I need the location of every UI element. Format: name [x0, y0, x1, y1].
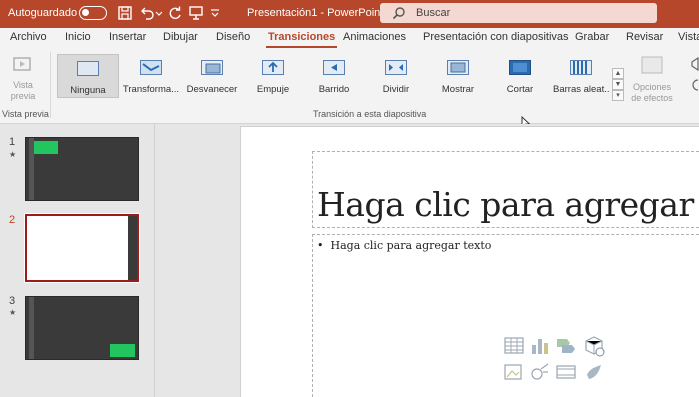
transition-split-icon	[385, 60, 407, 75]
transition-push-icon	[262, 60, 284, 75]
title-placeholder[interactable]: Haga clic para agregar títu	[312, 151, 699, 228]
effect-options-icon	[641, 56, 663, 74]
transition-barras-aleatorias[interactable]: Barras aleat...	[553, 54, 609, 98]
undo-icon[interactable]	[139, 5, 155, 21]
search-placeholder: Buscar	[416, 7, 451, 19]
insert-chart-icon[interactable]	[529, 335, 551, 357]
preview-label: Vista previa	[10, 80, 36, 101]
insert-video-icon[interactable]	[555, 361, 577, 383]
slide-number: 2	[9, 214, 16, 226]
insert-3d-model-icon[interactable]	[583, 335, 605, 357]
transition-group-label: Transición a esta diapositiva	[313, 109, 427, 119]
tab-grabar[interactable]: Grabar	[575, 31, 609, 43]
insert-icons-icon[interactable]	[583, 361, 605, 383]
tab-transiciones[interactable]: Transiciones	[265, 31, 338, 49]
tab-dibujar[interactable]: Dibujar	[163, 31, 198, 43]
transition-empuje[interactable]: Empuje	[248, 54, 298, 98]
tab-revisar[interactable]: Revisar	[626, 31, 663, 43]
undo-dropdown-icon[interactable]	[155, 5, 163, 21]
title-placeholder-text: Haga clic para agregar títu	[317, 185, 699, 224]
slide-thumbnail-2[interactable]	[24, 213, 140, 283]
transition-transformacion[interactable]: Transforma...	[122, 54, 180, 98]
effect-options-label: Opciones de efectos	[631, 82, 673, 103]
insert-picture-icon[interactable]	[503, 361, 525, 383]
thumbnail-sidebar-strip	[29, 297, 34, 359]
save-icon[interactable]	[117, 5, 133, 21]
transition-wipe-icon	[323, 60, 345, 75]
gallery-scroll: ▲ ▼ ▾	[612, 68, 624, 101]
slide-thumbnails-pane: 1 ★ 2 3 ★	[0, 124, 155, 397]
transition-cut-icon	[509, 60, 531, 75]
sound-icon[interactable]	[689, 56, 699, 96]
content-placeholder-text: • Haga clic para agregar texto	[317, 239, 491, 252]
insert-stock-images-icon[interactable]	[529, 361, 551, 383]
insert-table-icon[interactable]	[503, 335, 525, 357]
thumbnail-accent-shape	[110, 344, 135, 357]
slide-thumbnail-3[interactable]	[25, 296, 139, 360]
preview-button[interactable]: Vista previa	[0, 48, 46, 106]
search-box[interactable]: Buscar	[380, 3, 657, 23]
transition-morph-icon	[140, 60, 162, 75]
transition-ninguna[interactable]: Ninguna	[57, 54, 119, 98]
bullet-glyph: •	[317, 239, 324, 252]
tab-vista[interactable]: Vista	[678, 31, 699, 43]
gallery-scroll-up-button[interactable]: ▲	[612, 68, 624, 79]
transition-star-icon: ★	[9, 308, 17, 317]
transition-fade-icon	[201, 60, 223, 75]
transition-label: Cortar	[506, 84, 534, 95]
transition-random-bars-icon	[570, 60, 592, 75]
thumbnail-sidebar-strip	[128, 216, 137, 280]
ribbon-tabs: Archivo Inicio Insertar Dibujar Diseño T…	[0, 28, 699, 49]
preview-group-label: Vista previa	[2, 109, 49, 119]
transition-barrido[interactable]: Barrido	[309, 54, 359, 98]
autosave-label: Autoguardado	[8, 7, 78, 19]
customize-toolbar-icon[interactable]	[209, 5, 221, 21]
transition-label: Dividir	[382, 84, 410, 95]
tab-archivo[interactable]: Archivo	[10, 31, 47, 43]
gallery-scroll-down-button[interactable]: ▼	[612, 79, 624, 90]
transition-none-icon	[77, 61, 99, 76]
gallery-expand-button[interactable]: ▾	[612, 90, 624, 101]
effect-options-button[interactable]: Opciones de efectos	[628, 54, 676, 104]
tab-insertar[interactable]: Insertar	[109, 31, 146, 43]
slide-number: 1	[9, 136, 16, 148]
transition-dividir[interactable]: Dividir	[371, 54, 421, 98]
content-placeholder[interactable]: • Haga clic para agregar texto	[312, 234, 699, 397]
transition-star-icon: ★	[9, 150, 17, 159]
transition-label: Mostrar	[441, 84, 475, 95]
transition-label: Barrido	[318, 84, 350, 95]
tab-presentacion[interactable]: Presentación con diapositivas	[423, 31, 569, 43]
slide-number: 3	[9, 295, 16, 307]
group-divider	[50, 52, 51, 118]
tab-diseno[interactable]: Diseño	[216, 31, 250, 43]
tab-animaciones[interactable]: Animaciones	[343, 31, 406, 43]
autosave-toggle[interactable]	[79, 6, 107, 20]
slide-thumbnail-1[interactable]	[25, 137, 139, 201]
thumbnail-accent-shape	[34, 141, 58, 154]
ribbon: Vista previa Vista previa Ninguna Transf…	[0, 48, 699, 124]
redo-icon[interactable]	[167, 5, 183, 21]
present-from-start-icon[interactable]	[188, 5, 204, 21]
transition-label: Desvanecer	[186, 84, 238, 95]
document-title: Presentación1 - PowerPoint	[247, 7, 384, 19]
transition-label: Transforma...	[122, 84, 180, 95]
transition-mostrar[interactable]: Mostrar	[433, 54, 483, 98]
preview-icon	[13, 57, 31, 71]
transition-desvanecer[interactable]: Desvanecer	[185, 54, 239, 98]
transition-label: Empuje	[256, 84, 290, 95]
search-icon	[392, 7, 405, 20]
transition-label: Ninguna	[70, 85, 106, 96]
transition-label: Barras aleat...	[553, 84, 609, 95]
title-bar: Autoguardado Presentación1 - PowerPoint …	[0, 0, 699, 28]
content-placeholder-label: Haga clic para agregar texto	[330, 239, 492, 252]
transition-cortar[interactable]: Cortar	[495, 54, 545, 98]
tab-inicio[interactable]: Inicio	[65, 31, 91, 43]
transition-reveal-icon	[447, 60, 469, 75]
insert-smartart-icon[interactable]	[555, 335, 577, 357]
